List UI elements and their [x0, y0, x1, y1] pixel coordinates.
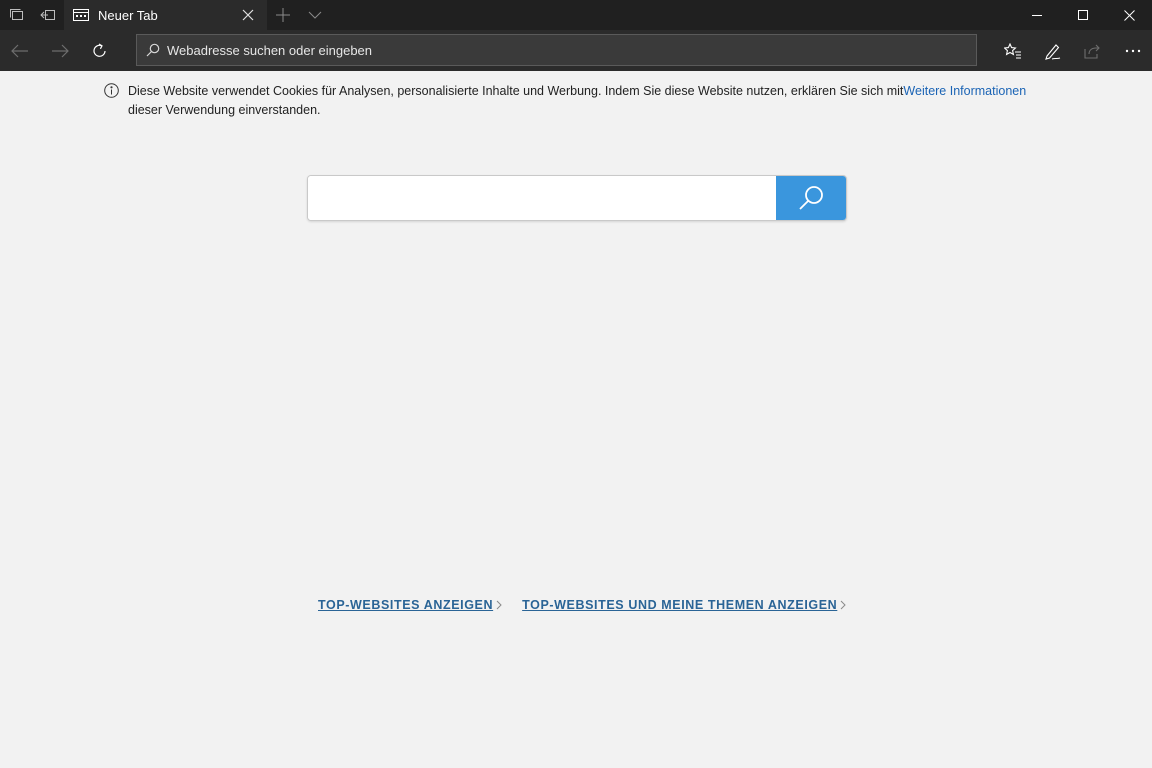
cookie-message-end: dieser Verwendung einverstanden. [128, 103, 321, 117]
navigation-bar [0, 30, 1152, 71]
pen-icon [1045, 43, 1061, 60]
window-close-icon [1123, 9, 1135, 21]
show-top-sites-and-topics-label: TOP-WEBSITES UND MEINE THEMEN ANZEIGEN [522, 598, 838, 612]
title-bar: Neuer Tab [0, 0, 1152, 30]
cookie-message: Diese Website verwendet Cookies für Anal… [128, 84, 904, 98]
tab-title: Neuer Tab [98, 7, 158, 23]
chevron-right-icon [840, 600, 847, 610]
chevron-down-icon [308, 11, 322, 19]
cookie-text: Diese Website verwendet Cookies für Anal… [128, 82, 1068, 120]
set-aside-icon [40, 10, 55, 20]
set-aside-tabs-button[interactable] [32, 0, 64, 30]
tab-list-button[interactable] [299, 0, 331, 30]
show-top-sites-and-topics-link[interactable]: TOP-WEBSITES UND MEINE THEMEN ANZEIGEN [522, 598, 847, 612]
favorites-button[interactable] [993, 30, 1033, 71]
address-bar[interactable] [136, 34, 977, 66]
maximize-icon [1078, 10, 1088, 20]
minimize-button[interactable] [1014, 0, 1060, 30]
maximize-button[interactable] [1060, 0, 1106, 30]
search-icon [145, 42, 161, 58]
search-input[interactable] [308, 176, 776, 220]
minimize-icon [1032, 15, 1042, 16]
favorites-icon [1004, 42, 1021, 59]
more-button[interactable] [1113, 30, 1152, 71]
search-button[interactable] [776, 176, 846, 220]
refresh-icon [93, 42, 106, 57]
info-icon [104, 83, 119, 98]
show-top-sites-label: TOP-WEBSITES ANZEIGEN [318, 598, 494, 612]
tab-preview-icon [10, 9, 23, 20]
forward-arrow-icon [52, 44, 69, 57]
new-tab-button[interactable] [267, 0, 299, 30]
refresh-button[interactable] [80, 30, 120, 71]
back-button[interactable] [0, 30, 40, 71]
tab-new-tab[interactable]: Neuer Tab [64, 0, 267, 30]
close-icon [242, 9, 254, 21]
more-info-link[interactable]: Weitere Informationen [903, 84, 1026, 98]
address-input[interactable] [167, 42, 947, 58]
search-icon [799, 186, 823, 210]
share-icon [1084, 44, 1100, 59]
search-box [307, 175, 847, 221]
new-tab-favicon [73, 7, 89, 23]
chevron-right-icon [496, 600, 502, 610]
forward-button[interactable] [40, 30, 80, 71]
share-button[interactable] [1073, 30, 1113, 71]
top-sites-links: TOP-WEBSITES ANZEIGEN TOP-WEBSITES UND M… [318, 598, 847, 612]
plus-icon [276, 8, 290, 22]
notes-button[interactable] [1033, 30, 1073, 71]
back-arrow-icon [11, 44, 28, 57]
more-icon [1125, 49, 1141, 52]
tab-preview-button[interactable] [0, 0, 32, 30]
window-close-button[interactable] [1106, 0, 1152, 30]
tab-close-button[interactable] [233, 0, 263, 30]
show-top-sites-link[interactable]: TOP-WEBSITES ANZEIGEN [318, 598, 502, 612]
